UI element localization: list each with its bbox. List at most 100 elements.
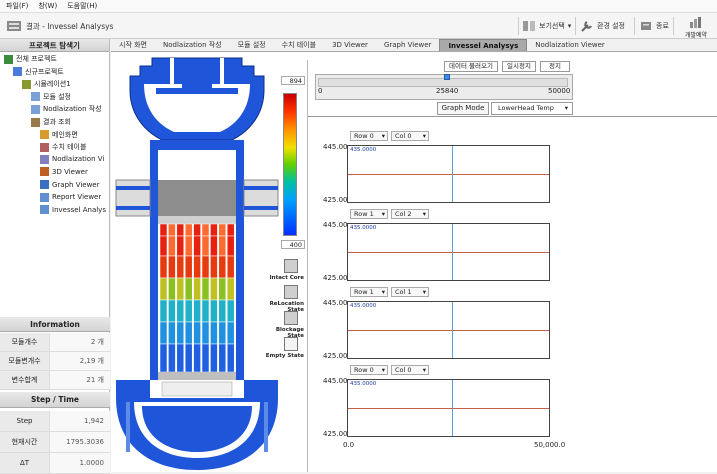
vessel-wall-right bbox=[236, 140, 244, 380]
blockage-state-button[interactable] bbox=[284, 311, 298, 325]
tab-3d-viewer[interactable]: 3D Viewer bbox=[324, 39, 376, 51]
core-cell bbox=[168, 223, 176, 237]
empty-state-button[interactable] bbox=[284, 337, 298, 351]
colorbar-max-label: 894 bbox=[281, 76, 305, 85]
tree-item-label: 전체 프로젝트 bbox=[16, 55, 57, 63]
core-cell bbox=[201, 321, 210, 345]
tab-graph-viewer[interactable]: Graph Viewer bbox=[376, 39, 440, 51]
tree-item[interactable]: 모듈 설정 bbox=[31, 92, 71, 102]
chevron-down-icon: ▾ bbox=[567, 22, 572, 30]
tree-item[interactable]: Report Viewer bbox=[40, 192, 101, 202]
timeline-slider-thumb[interactable] bbox=[444, 74, 451, 80]
dev-button[interactable]: 개발예약 bbox=[678, 16, 714, 39]
tab-nodlaization-viewer[interactable]: Nodlaization Viewer bbox=[527, 39, 613, 51]
nodalization-icon bbox=[31, 104, 40, 114]
col-select[interactable]: Col 0 ▾ bbox=[391, 365, 429, 375]
report-icon bbox=[40, 192, 49, 202]
tab-수치-테이블[interactable]: 수치 테이블 bbox=[274, 39, 324, 51]
row-select[interactable]: Row 0 ▾ bbox=[350, 131, 388, 141]
lower-core-plate bbox=[158, 372, 236, 380]
col-select[interactable]: Col 1 ▾ bbox=[391, 287, 429, 297]
row-select[interactable]: Row 0 ▾ bbox=[350, 365, 388, 375]
core-cell bbox=[210, 223, 218, 237]
tree-item[interactable]: 전체 프로젝트 bbox=[4, 54, 57, 64]
col-select[interactable]: Col 2 ▾ bbox=[391, 209, 429, 219]
y-axis-max-label: 445.00 bbox=[323, 221, 348, 229]
core-cell bbox=[184, 255, 193, 279]
settings-button[interactable]: 환경 설정 bbox=[580, 17, 625, 35]
load-data-button[interactable]: 데이터 불러오기 bbox=[444, 61, 498, 72]
info-value: 21 개 bbox=[50, 371, 110, 389]
graph-mode-select[interactable]: LowerHead Temp ▾ bbox=[491, 102, 573, 115]
row-select-value: Row 0 bbox=[354, 366, 374, 374]
tree-item[interactable]: 결과 조회 bbox=[31, 117, 71, 127]
chevron-down-icon: ▾ bbox=[422, 288, 426, 296]
temperature-line bbox=[348, 174, 549, 175]
timeline-slider-track[interactable] bbox=[318, 78, 568, 87]
cube-icon bbox=[40, 167, 49, 177]
tree-item[interactable]: 신규프로젝트 bbox=[13, 67, 64, 77]
wrench-icon bbox=[581, 21, 592, 32]
tree-item[interactable]: 시뮬레이션1 bbox=[22, 79, 71, 89]
core-cell bbox=[176, 343, 185, 373]
core-cell bbox=[176, 255, 185, 279]
col-select-value: Col 2 bbox=[395, 210, 412, 218]
explorer-title: 프로젝트 탐색기 bbox=[0, 39, 109, 52]
tab-시작-화면[interactable]: 시작 화면 bbox=[111, 39, 155, 51]
core-cell bbox=[226, 223, 235, 237]
core-cell bbox=[201, 223, 210, 237]
view-select-label: 보기선택 bbox=[539, 22, 565, 30]
upper-head-space bbox=[158, 150, 236, 180]
plot-value-label: 435.0000 bbox=[350, 147, 377, 153]
col-select[interactable]: Col 0 ▾ bbox=[391, 131, 429, 141]
state-label: Intact Core bbox=[269, 275, 304, 281]
menu-window[interactable]: 창(W) bbox=[38, 1, 57, 11]
tree-item[interactable]: Nodlaization Vi bbox=[40, 154, 104, 164]
core-cell bbox=[184, 321, 193, 345]
pause-button[interactable]: 일시정지 bbox=[502, 61, 536, 72]
temperature-line bbox=[348, 330, 549, 331]
tab-모듈-설정[interactable]: 모듈 설정 bbox=[230, 39, 274, 51]
stop-button[interactable]: 정지 bbox=[540, 61, 570, 72]
tree-item-label: 신규프로젝트 bbox=[25, 67, 64, 76]
tree-item-label: Invessel Analys bbox=[52, 205, 106, 214]
graph-mode-value: LowerHead Temp bbox=[498, 104, 554, 112]
relocation-state-button[interactable] bbox=[284, 285, 298, 299]
core-cell bbox=[210, 277, 218, 301]
core-cell bbox=[168, 235, 176, 257]
main-screen-icon bbox=[40, 130, 49, 140]
row-select[interactable]: Row 1 ▾ bbox=[350, 209, 388, 219]
row-select[interactable]: Row 1 ▾ bbox=[350, 287, 388, 297]
tree-item-label: 모듈 설정 bbox=[43, 92, 71, 101]
slider-value-label: 25840 bbox=[436, 87, 459, 95]
tree-item-label: 메인화면 bbox=[52, 130, 78, 139]
tree-item[interactable]: 3D Viewer bbox=[40, 167, 88, 177]
view-select-button[interactable]: 보기선택 ▾ bbox=[522, 17, 571, 35]
core-cell bbox=[193, 277, 201, 301]
info-row: ΔT 1.0000 bbox=[0, 453, 110, 474]
info-label: 현재시간 bbox=[0, 432, 50, 452]
x-axis-min-label: 0.0 bbox=[343, 441, 355, 449]
chevron-down-icon: ▾ bbox=[381, 210, 385, 218]
core-cell bbox=[201, 343, 210, 373]
menu-help[interactable]: 도움말(H) bbox=[67, 1, 97, 11]
intact-core-state-button[interactable] bbox=[284, 259, 298, 273]
dev-label: 개발예약 bbox=[684, 32, 708, 39]
core-cell bbox=[218, 321, 227, 345]
exit-button[interactable]: 종료 bbox=[639, 17, 669, 35]
core-cell bbox=[184, 277, 193, 301]
core-cell bbox=[159, 277, 168, 301]
tree-item[interactable]: 수치 테이블 bbox=[40, 142, 86, 152]
tree-item[interactable]: Invessel Analys bbox=[40, 205, 106, 215]
tab-invessel-analysys[interactable]: Invessel Analysys bbox=[439, 39, 528, 51]
toolbar-separator bbox=[575, 17, 576, 35]
menu-file[interactable]: 파일(F) bbox=[6, 1, 28, 11]
temperature-line bbox=[348, 408, 549, 409]
tab-nodlaization-작성[interactable]: Nodlaization 작성 bbox=[155, 39, 230, 51]
information-title: Information bbox=[0, 317, 110, 332]
temperature-colorbar bbox=[283, 93, 297, 236]
tree-item[interactable]: 메인화면 bbox=[40, 130, 78, 140]
tree-item[interactable]: Graph Viewer bbox=[40, 180, 100, 189]
core-cell bbox=[193, 255, 201, 279]
tree-item[interactable]: Nodlaization 작성 bbox=[31, 104, 102, 114]
